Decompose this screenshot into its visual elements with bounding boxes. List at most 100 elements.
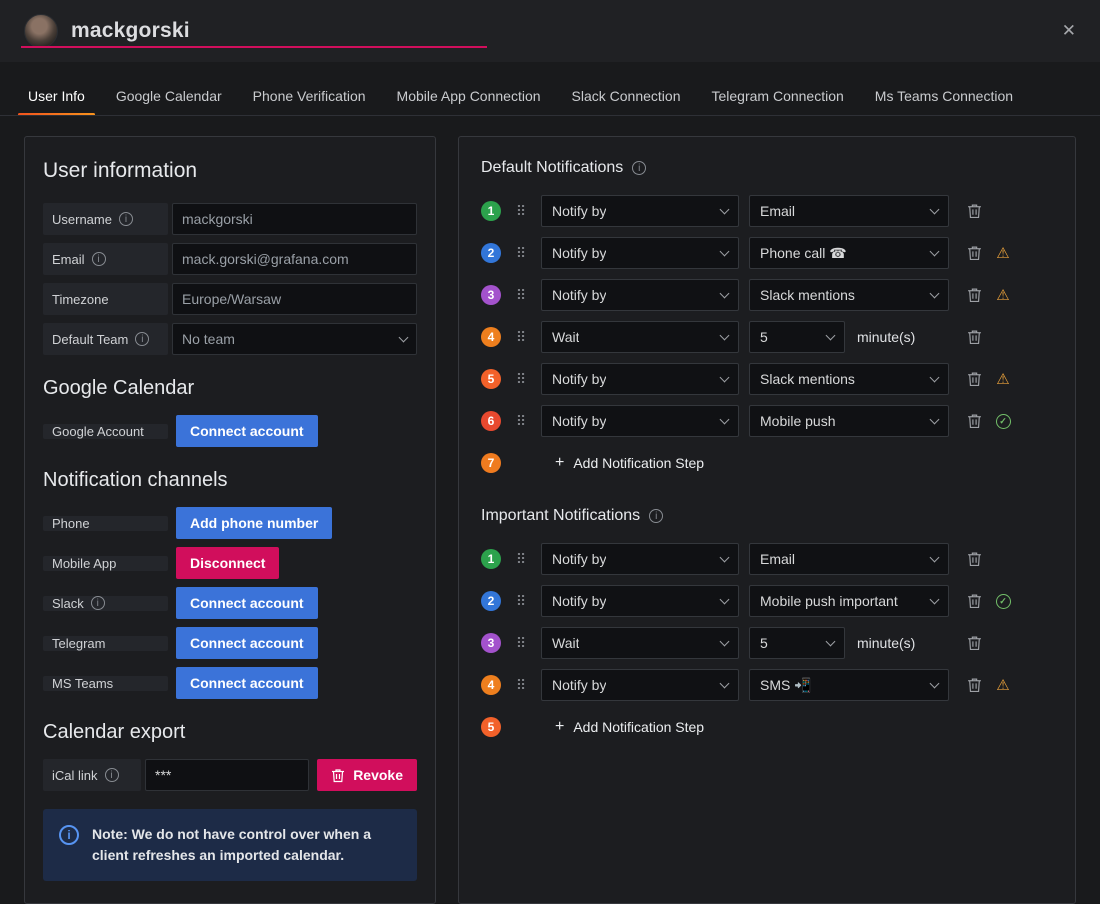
wait-duration-select[interactable]: 5 (749, 321, 845, 353)
select-value: Phone call ☎ (760, 244, 847, 261)
info-icon: i (118, 212, 133, 226)
default-team-label-text: Default Team (52, 331, 129, 347)
notify-channel-select[interactable]: Phone call ☎ (749, 237, 949, 269)
default-notifications-heading-text: Default Notifications (481, 159, 624, 176)
notify-type-select[interactable]: Wait (541, 321, 739, 353)
tab-google-calendar[interactable]: Google Calendar (104, 88, 234, 115)
notify-type-select[interactable]: Notify by (541, 363, 739, 395)
info-icon: i (59, 825, 79, 845)
drag-handle-icon[interactable]: ⠿ (515, 593, 527, 610)
drag-handle-icon[interactable]: ⠿ (515, 329, 527, 346)
add-notification-step-button[interactable]: + Add Notification Step (555, 455, 704, 472)
notify-channel-select[interactable]: Slack mentions (749, 363, 949, 395)
notify-channel-select[interactable]: Email (749, 195, 949, 227)
delete-step-button[interactable] (965, 634, 983, 652)
minutes-suffix: minute(s) (857, 329, 916, 345)
default-team-value: No team (182, 331, 235, 347)
warning-icon: ⚠ (996, 244, 1010, 262)
info-icon: i (90, 596, 105, 610)
drag-handle-icon[interactable]: ⠿ (515, 203, 527, 220)
notification-step-row: 2 ⠿ Notify by Mobile push important ✓ (481, 585, 1053, 617)
timezone-label-text: Timezone (52, 291, 109, 307)
select-value: 5 (760, 635, 768, 651)
add-step-row: 7 + Add Notification Step (481, 447, 1053, 479)
add-phone-number-button[interactable]: Add phone number (176, 507, 333, 539)
notify-channel-select[interactable]: Slack mentions (749, 279, 949, 311)
connect-ms-teams-button[interactable]: Connect account (176, 667, 318, 699)
mobile-app-label: Mobile App (43, 555, 168, 571)
google-account-label: Google Account (43, 423, 168, 439)
wait-duration-select[interactable]: 5 (749, 627, 845, 659)
delete-step-button[interactable] (965, 244, 983, 262)
drag-handle-icon[interactable]: ⠿ (515, 551, 527, 568)
info-icon: i (649, 509, 664, 523)
drag-handle-icon[interactable]: ⠿ (515, 635, 527, 652)
notify-type-select[interactable]: Notify by (541, 195, 739, 227)
google-account-label-text: Google Account (52, 423, 144, 439)
ical-link-input[interactable]: *** (145, 759, 310, 791)
delete-step-button[interactable] (965, 286, 983, 304)
drag-handle-icon[interactable]: ⠿ (515, 245, 527, 262)
connect-google-account-button[interactable]: Connect account (176, 415, 318, 447)
notify-channel-select[interactable]: Mobile push important (749, 585, 949, 617)
notify-type-select[interactable]: Notify by (541, 543, 739, 575)
tab-telegram-connection[interactable]: Telegram Connection (699, 88, 855, 115)
timezone-input[interactable]: Europe/Warsaw (172, 283, 417, 315)
close-icon[interactable]: ✕ (1062, 21, 1076, 41)
chevron-down-icon (719, 372, 730, 382)
select-value: 5 (760, 329, 768, 345)
connect-telegram-button[interactable]: Connect account (176, 627, 318, 659)
chevron-down-icon (719, 414, 730, 424)
add-notification-step-button[interactable]: + Add Notification Step (555, 719, 704, 736)
username-value: mackgorski (182, 211, 253, 227)
select-value: Slack mentions (760, 287, 855, 303)
email-field-row: Email i mack.gorski@grafana.com (43, 243, 417, 275)
drag-handle-icon[interactable]: ⠿ (515, 287, 527, 304)
delete-step-button[interactable] (965, 550, 983, 568)
disconnect-mobile-app-button[interactable]: Disconnect (176, 547, 280, 579)
username-label: Username i (43, 203, 168, 235)
email-field[interactable]: mack.gorski@grafana.com (172, 243, 417, 275)
drag-handle-icon[interactable]: ⠿ (515, 413, 527, 430)
delete-step-button[interactable] (965, 328, 983, 346)
notify-type-select[interactable]: Notify by (541, 279, 739, 311)
drag-handle-icon[interactable]: ⠿ (515, 371, 527, 388)
notify-channel-select[interactable]: SMS 📲 (749, 669, 949, 701)
notify-channel-select[interactable]: Email (749, 543, 949, 575)
delete-step-button[interactable] (965, 370, 983, 388)
revoke-ical-button[interactable]: Revoke (317, 759, 417, 791)
select-value: Notify by (552, 593, 607, 609)
notify-type-select[interactable]: Notify by (541, 405, 739, 437)
trash-icon (967, 636, 981, 650)
tab-mobile-app-connection[interactable]: Mobile App Connection (385, 88, 553, 115)
default-team-select[interactable]: No team (172, 323, 417, 355)
delete-step-button[interactable] (965, 676, 983, 694)
tab-phone-verification[interactable]: Phone Verification (241, 88, 378, 115)
notify-channel-select[interactable]: Mobile push (749, 405, 949, 437)
drag-handle-icon[interactable]: ⠿ (515, 677, 527, 694)
tab-ms-teams-connection[interactable]: Ms Teams Connection (863, 88, 1025, 115)
notify-type-select[interactable]: Notify by (541, 237, 739, 269)
notification-step-row: 5 ⠿ Notify by Slack mentions ⚠ (481, 363, 1053, 395)
notify-type-select[interactable]: Notify by (541, 585, 739, 617)
info-icon: i (632, 161, 647, 175)
notification-step-row: 6 ⠿ Notify by Mobile push ✓ (481, 405, 1053, 437)
chevron-down-icon (719, 288, 730, 298)
tab-user-info[interactable]: User Info (16, 88, 97, 115)
ms-teams-label: MS Teams (43, 675, 168, 691)
tab-slack-connection[interactable]: Slack Connection (560, 88, 693, 115)
revoke-label: Revoke (353, 767, 403, 783)
phone-label: Phone (43, 515, 168, 531)
delete-step-button[interactable] (965, 202, 983, 220)
notify-type-select[interactable]: Notify by (541, 669, 739, 701)
notification-step-row: 2 ⠿ Notify by Phone call ☎ ⚠ (481, 237, 1053, 269)
delete-step-button[interactable] (965, 412, 983, 430)
step-status: ⚠ (995, 372, 1011, 387)
connect-slack-button[interactable]: Connect account (176, 587, 318, 619)
notify-type-select[interactable]: Wait (541, 627, 739, 659)
delete-step-button[interactable] (965, 592, 983, 610)
username-input[interactable]: mackgorski (172, 203, 417, 235)
select-value: Mobile push (760, 413, 836, 429)
step-status: ⚠ (995, 678, 1011, 693)
step-status: ✓ (995, 593, 1011, 609)
